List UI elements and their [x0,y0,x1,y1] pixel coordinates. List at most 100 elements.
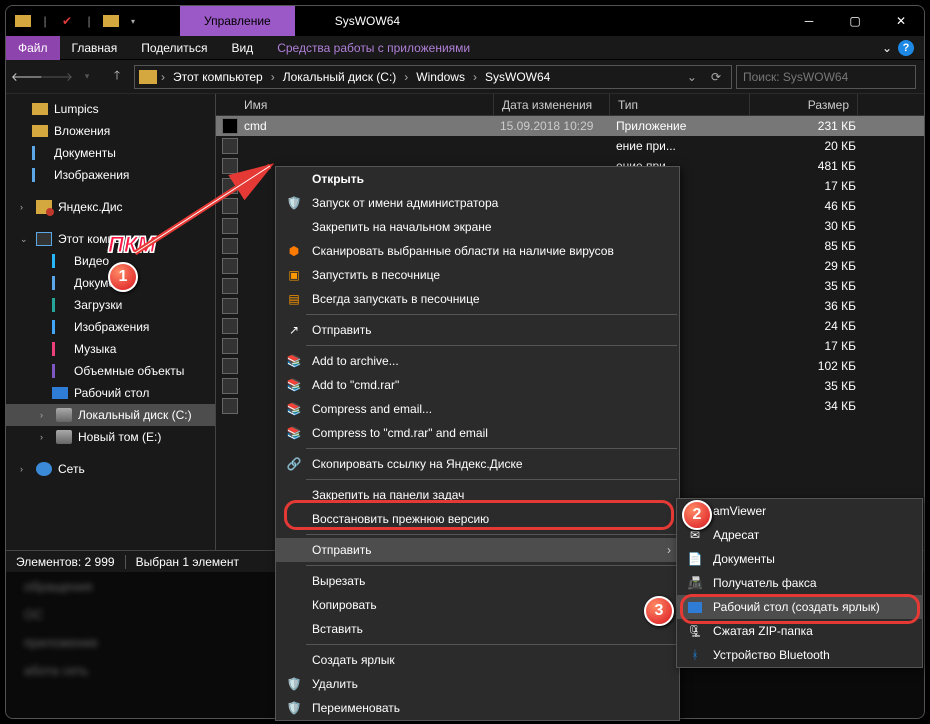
tree-lumpics[interactable]: Lumpics [6,98,215,120]
management-contextual-tab[interactable]: Управление [180,6,295,36]
ctx-rename[interactable]: 🛡️Переименовать [276,696,679,720]
collapse-icon[interactable]: ⌄ [20,234,30,245]
breadcrumb-item[interactable]: Локальный диск (C:) [279,70,401,84]
sendto-documents[interactable]: 📄Документы [677,547,922,571]
search-input[interactable]: Поиск: SysWOW64 [736,65,916,89]
file-row[interactable]: ение при...20 КБ [216,136,924,156]
tree-label: Этот компь [58,232,120,246]
file-row-cmd[interactable]: cmd 15.09.2018 10:29 Приложение 231 КБ [216,116,924,136]
ctx-copy-yandex[interactable]: 🔗Скопировать ссылку на Яндекс.Диске [276,452,679,476]
tree-my-pictures[interactable]: Изображения [6,316,215,338]
breadcrumb[interactable]: › Этот компьютер › Локальный диск (C:) ›… [134,65,732,89]
tree-documents[interactable]: Документы [6,142,215,164]
expand-icon[interactable]: › [20,202,30,212]
tab-file[interactable]: Файл [6,36,60,60]
file-size: 17 КБ [756,339,856,353]
winrar-icon: 📚 [284,353,304,369]
qat-dropdown-icon[interactable]: ▾ [124,12,142,30]
tab-share[interactable]: Поделиться [129,36,219,60]
sendto-desktop-shortcut[interactable]: Рабочий стол (создать ярлык) [677,595,922,619]
header-name[interactable]: Имя [216,94,494,115]
maximize-button[interactable]: ▢ [832,6,878,36]
refresh-icon[interactable]: ⟳ [705,70,727,84]
winrar-icon: 📚 [284,401,304,417]
ctx-compress-email[interactable]: 📚Compress and email... [276,397,679,421]
tree-pictures[interactable]: Изображения [6,164,215,186]
tree-desktop[interactable]: Рабочий стол [6,382,215,404]
sandbox-icon: ▣ [284,267,304,283]
tab-home[interactable]: Главная [60,36,130,60]
sendto-recipient[interactable]: ✉Адресат [677,523,922,547]
expand-icon[interactable]: › [40,410,50,420]
ctx-pin-taskbar[interactable]: Закрепить на панели задач [276,483,679,507]
tree-local-disk-c[interactable]: ›Локальный диск (C:) [6,404,215,426]
ctx-paste[interactable]: Вставить [276,617,679,641]
ctx-add-cmdrar[interactable]: 📚Add to "cmd.rar" [276,373,679,397]
properties-icon[interactable]: ✔ [58,12,76,30]
tree-downloads[interactable]: Загрузки [6,294,215,316]
ctx-open[interactable]: Открыть [276,167,679,191]
ctx-cut[interactable]: Вырезать [276,569,679,593]
file-icon [222,218,238,234]
ctx-send-to[interactable]: Отправить› [276,538,679,562]
sendto-fax[interactable]: 📠Получатель факса [677,571,922,595]
ctx-delete[interactable]: 🛡️Удалить [276,672,679,696]
minimize-button[interactable]: ─ [786,6,832,36]
ctx-share[interactable]: ↗Отправить [276,318,679,342]
file-date: 15.09.2018 10:29 [500,119,616,133]
breadcrumb-sep[interactable]: › [269,70,277,84]
tree-attachments[interactable]: Вложения [6,120,215,142]
ctx-run-as-admin[interactable]: 🛡️Запуск от имени администратора [276,191,679,215]
expand-icon[interactable]: › [40,432,50,442]
tree-network[interactable]: ›Сеть [6,458,215,480]
sendto-teamviewer[interactable]: ◉amViewer [677,499,922,523]
back-button[interactable]: 🡐 [14,64,40,90]
breadcrumb-item[interactable]: SysWOW64 [481,70,554,84]
tree-yandex-disk[interactable]: ›Яндекс.Дис [6,196,215,218]
tree-label: Документы [74,276,136,290]
shield-icon: 🛡️ [284,676,304,692]
file-icon [222,238,238,254]
desktop-icon [685,599,705,615]
breadcrumb-sep[interactable]: › [159,70,167,84]
breadcrumb-item[interactable]: Этот компьютер [169,70,267,84]
breadcrumb-dropdown-icon[interactable]: ⌄ [681,70,703,84]
tree-my-documents[interactable]: Документы [6,272,215,294]
ctx-create-shortcut[interactable]: Создать ярлык [276,648,679,672]
tree-videos[interactable]: Видео [6,250,215,272]
tree-this-pc[interactable]: ⌄ Этот компь [6,228,215,250]
tree-label: Объемные объекты [74,364,184,378]
ctx-pin-start[interactable]: Закрепить на начальном экране [276,215,679,239]
winrar-icon: 📚 [284,425,304,441]
sendto-zip[interactable]: 🗜Сжатая ZIP-папка [677,619,922,643]
ctx-add-archive[interactable]: 📚Add to archive... [276,349,679,373]
help-icon[interactable]: ? [898,40,914,56]
ctx-run-sandbox[interactable]: ▣Запустить в песочнице [276,263,679,287]
ctx-copy[interactable]: Копировать [276,593,679,617]
expand-icon[interactable]: › [20,464,30,474]
forward-button[interactable]: 🡒 [44,64,70,90]
breadcrumb-item[interactable]: Windows [412,70,469,84]
ribbon-expand-icon[interactable]: ⌄ [882,41,892,55]
ctx-restore-prev[interactable]: Восстановить прежнюю версию [276,507,679,531]
cmd-exe-icon [222,118,238,134]
ctx-scan-virus[interactable]: ⬢Сканировать выбранные области на наличи… [276,239,679,263]
up-button[interactable]: 🡑 [104,64,130,90]
sendto-bluetooth[interactable]: ᚼУстройство Bluetooth [677,643,922,667]
ctx-always-sandbox[interactable]: ▤Всегда запускать в песочнице [276,287,679,311]
tree-3d-objects[interactable]: Объемные объекты [6,360,215,382]
tree-music[interactable]: Музыка [6,338,215,360]
tree-label: Вложения [54,124,110,138]
tab-view[interactable]: Вид [219,36,265,60]
tree-new-volume-e[interactable]: ›Новый том (E:) [6,426,215,448]
tree-label: Изображения [54,168,129,182]
close-button[interactable]: ✕ [878,6,924,36]
ctx-compress-cmd-email[interactable]: 📚Compress to "cmd.rar" and email [276,421,679,445]
breadcrumb-sep[interactable]: › [471,70,479,84]
header-date[interactable]: Дата изменения [494,94,610,115]
header-type[interactable]: Тип [610,94,750,115]
history-dropdown[interactable]: ▾ [74,64,100,90]
header-size[interactable]: Размер [750,94,858,115]
breadcrumb-sep[interactable]: › [402,70,410,84]
tab-app-tools[interactable]: Средства работы с приложениями [265,36,482,60]
